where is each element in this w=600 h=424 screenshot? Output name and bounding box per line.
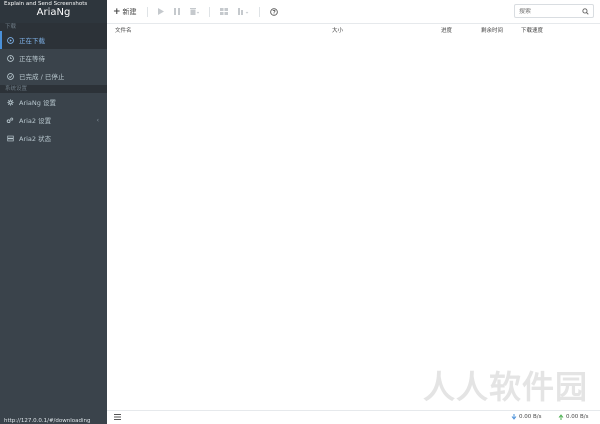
new-task-button[interactable]: + 新建 bbox=[113, 7, 137, 17]
section-header-settings: 系统设置 bbox=[0, 85, 107, 93]
play-circle-icon bbox=[6, 36, 14, 44]
sidebar-item-downloading[interactable]: 正在下载 bbox=[0, 31, 107, 49]
search-box bbox=[514, 4, 594, 18]
grid-icon bbox=[219, 8, 228, 15]
help-button[interactable] bbox=[269, 7, 278, 16]
delete-button[interactable] bbox=[189, 8, 199, 15]
question-circle-icon bbox=[269, 7, 278, 16]
sidebar-item-label: 正在等待 bbox=[19, 55, 45, 63]
sort-icon bbox=[237, 8, 248, 15]
trash-icon bbox=[189, 8, 199, 15]
sidebar-item-label: 正在下载 bbox=[19, 37, 45, 45]
app-title[interactable]: AriaNg bbox=[0, 7, 107, 18]
sidebar-item-aria2-settings[interactable]: Aria2 设置 ‹ bbox=[0, 111, 107, 129]
column-download-speed[interactable]: 下载速度 bbox=[521, 26, 543, 34]
start-button[interactable] bbox=[157, 8, 164, 15]
status-bar: 0.00 B/s 0.00 B/s bbox=[107, 410, 600, 424]
sidebar-item-label: AriaNg 设置 bbox=[19, 99, 56, 107]
server-icon bbox=[6, 134, 14, 142]
toolbar-divider bbox=[146, 6, 148, 17]
column-size[interactable]: 大小 bbox=[332, 26, 343, 34]
main-panel: + 新建 文件名 大小 进度 剩余时间 bbox=[107, 0, 600, 424]
toolbar-divider bbox=[208, 6, 210, 17]
watermark: 人人软件园 bbox=[422, 368, 588, 406]
rpc-url: http://127.0.0.1/#/downloading bbox=[4, 418, 91, 424]
check-circle-icon bbox=[6, 72, 14, 80]
select-all-button[interactable] bbox=[219, 8, 228, 15]
download-speed-indicator: 0.00 B/s bbox=[511, 414, 542, 420]
sidebar-item-stopped[interactable]: 已完成 / 已停止 bbox=[0, 67, 107, 85]
sidebar: Explain and Send Screenshots AriaNg 下载 正… bbox=[0, 0, 107, 424]
column-remaining-time[interactable]: 剩余时间 bbox=[481, 26, 503, 34]
arrow-down-icon bbox=[511, 414, 517, 420]
sidebar-item-label: Aria2 状态 bbox=[19, 135, 52, 143]
toolbar: + 新建 bbox=[107, 0, 600, 24]
task-list-header: 文件名 大小 进度 剩余时间 下载速度 bbox=[107, 25, 600, 35]
column-filename[interactable]: 文件名 bbox=[115, 26, 132, 34]
gear-icon bbox=[6, 98, 14, 106]
gears-icon bbox=[6, 116, 14, 124]
sidebar-item-label: 已完成 / 已停止 bbox=[19, 73, 65, 81]
upload-speed-indicator: 0.00 B/s bbox=[558, 414, 589, 420]
play-icon bbox=[157, 8, 164, 15]
arrow-up-icon bbox=[558, 414, 564, 420]
pause-icon bbox=[173, 8, 180, 15]
sidebar-item-ariang-settings[interactable]: AriaNg 设置 bbox=[0, 93, 107, 111]
toolbar-divider bbox=[258, 6, 260, 17]
plus-icon: + bbox=[113, 6, 121, 17]
sidebar-item-label: Aria2 设置 bbox=[19, 117, 52, 125]
section-header-download: 下载 bbox=[0, 23, 107, 31]
column-progress[interactable]: 进度 bbox=[441, 26, 452, 34]
sidebar-item-aria2-status[interactable]: Aria2 状态 bbox=[0, 129, 107, 147]
chevron-left-icon: ‹ bbox=[96, 116, 99, 124]
sidebar-item-waiting[interactable]: 正在等待 bbox=[0, 49, 107, 67]
search-icon[interactable] bbox=[582, 8, 589, 15]
new-task-label: 新建 bbox=[122, 7, 137, 16]
download-speed-value: 0.00 B/s bbox=[519, 414, 542, 420]
menu-icon[interactable] bbox=[114, 414, 121, 420]
search-input[interactable] bbox=[519, 7, 581, 15]
upload-speed-value: 0.00 B/s bbox=[566, 414, 589, 420]
sort-button[interactable] bbox=[237, 8, 249, 15]
clock-icon bbox=[6, 54, 14, 62]
pause-button[interactable] bbox=[173, 8, 180, 15]
brand-header: Explain and Send Screenshots AriaNg bbox=[0, 0, 107, 23]
